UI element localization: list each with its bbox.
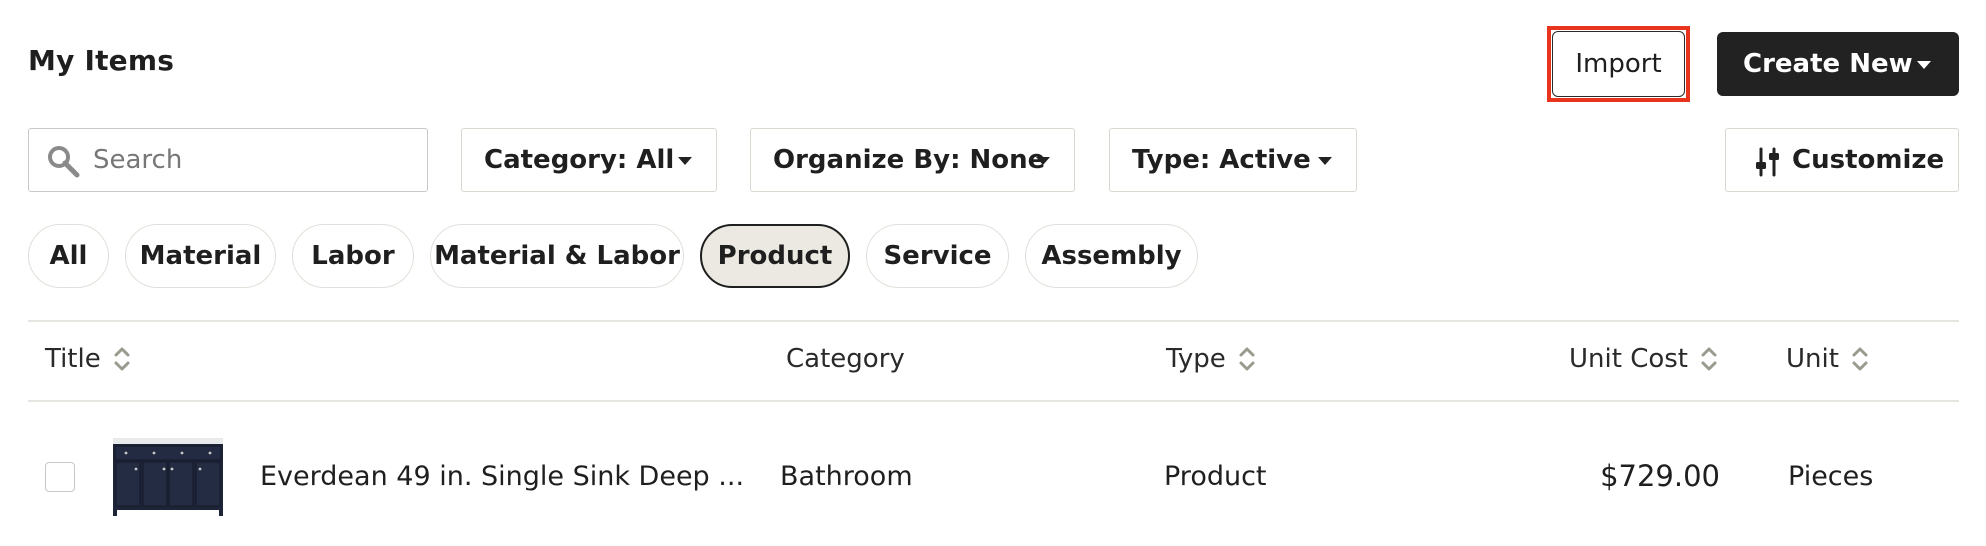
- create-new-button[interactable]: Create New: [1717, 32, 1959, 96]
- search-field[interactable]: [28, 128, 428, 192]
- navy-vanity-image: [110, 436, 226, 518]
- search-input[interactable]: [93, 129, 423, 191]
- row-unit: Pieces: [1788, 461, 1874, 492]
- chip-labor[interactable]: Labor: [292, 224, 414, 288]
- table-top-divider: [28, 320, 1959, 322]
- category-filter-label: Category: All: [484, 145, 675, 175]
- caret-down-icon: [1318, 157, 1332, 165]
- sort-icon: [1239, 347, 1255, 371]
- caret-down-icon: [1036, 157, 1050, 165]
- type-filter-label: Type: Active: [1132, 145, 1311, 175]
- column-header-type-label: Type: [1166, 344, 1226, 374]
- chip-product[interactable]: Product: [700, 224, 850, 288]
- table-header-divider: [28, 400, 1959, 402]
- customize-button[interactable]: Customize: [1725, 128, 1959, 192]
- column-header-category: Category: [786, 344, 905, 374]
- sort-icon: [114, 347, 130, 371]
- chip-material[interactable]: Material: [125, 224, 276, 288]
- sort-icon: [1852, 347, 1868, 371]
- row-checkbox[interactable]: [45, 462, 75, 492]
- column-header-type[interactable]: Type: [1166, 344, 1256, 374]
- chip-assembly[interactable]: Assembly: [1025, 224, 1198, 288]
- sliders-icon: [1756, 147, 1779, 177]
- create-new-label: Create New: [1743, 49, 1913, 79]
- chip-material-labor[interactable]: Material & Labor: [430, 224, 684, 288]
- import-button[interactable]: Import: [1552, 31, 1685, 97]
- row-title[interactable]: Everdean 49 in. Single Sink Deep ...: [260, 461, 744, 492]
- page-title: My Items: [28, 44, 175, 77]
- sort-icon: [1701, 347, 1717, 371]
- column-header-unit[interactable]: Unit: [1786, 344, 1869, 374]
- organize-by-dropdown[interactable]: Organize By: None: [750, 128, 1075, 192]
- search-icon: [48, 146, 80, 178]
- type-filter-dropdown[interactable]: Type: Active: [1109, 128, 1357, 192]
- column-header-unit-label: Unit: [1786, 344, 1839, 374]
- column-header-unit-cost[interactable]: Unit Cost: [1569, 344, 1718, 374]
- organize-by-label: Organize By: None: [773, 145, 1046, 175]
- row-type: Product: [1164, 461, 1267, 492]
- row-category: Bathroom: [780, 461, 913, 492]
- column-header-title[interactable]: Title: [45, 344, 131, 374]
- chip-service[interactable]: Service: [866, 224, 1009, 288]
- caret-down-icon: [1917, 61, 1931, 69]
- column-header-category-label: Category: [786, 344, 905, 374]
- chip-all[interactable]: All: [28, 224, 109, 288]
- category-filter-dropdown[interactable]: Category: All: [461, 128, 717, 192]
- column-header-unit-cost-label: Unit Cost: [1569, 344, 1688, 374]
- row-unit-cost: $729.00: [1600, 459, 1720, 493]
- caret-down-icon: [678, 157, 692, 165]
- column-header-title-label: Title: [45, 344, 101, 374]
- customize-label: Customize: [1792, 145, 1945, 175]
